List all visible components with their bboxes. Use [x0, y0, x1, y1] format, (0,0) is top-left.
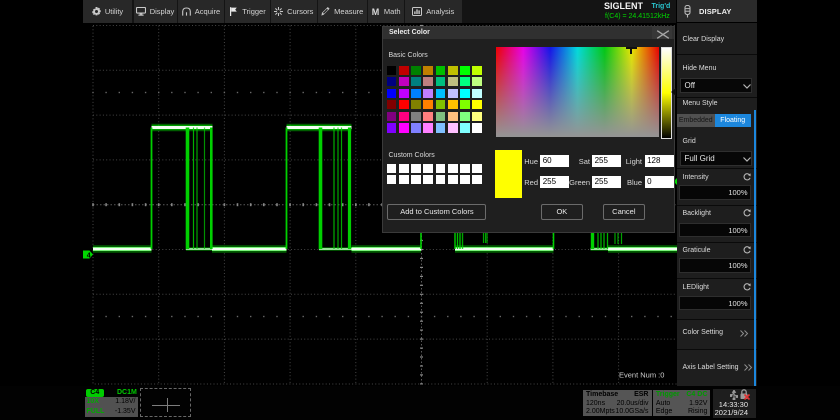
svg-text:4: 4 — [87, 252, 91, 259]
svg-text:M: M — [372, 7, 380, 16]
svg-text:Event Num :0: Event Num :0 — [619, 371, 664, 380]
